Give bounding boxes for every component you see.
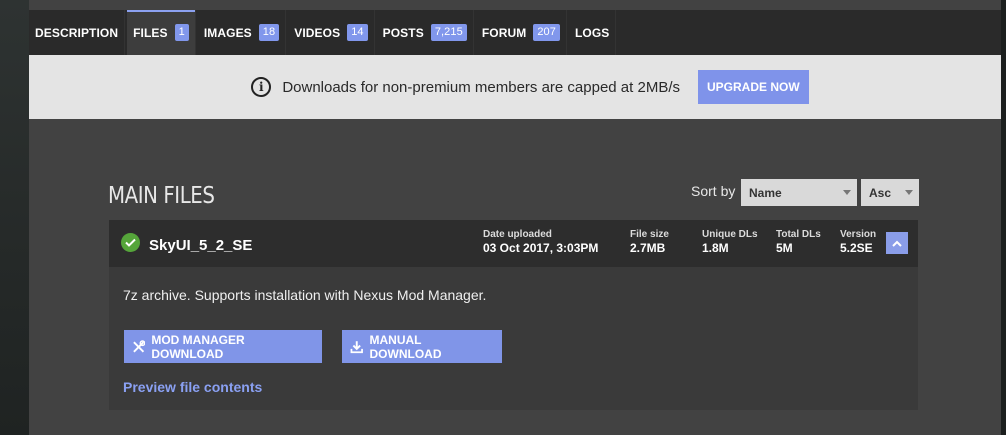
tab-label: FORUM: [481, 25, 527, 40]
stat-value: 5.2SE: [840, 241, 873, 255]
check-circle-icon: [121, 233, 140, 252]
chevron-down-icon: [905, 190, 913, 195]
tab-label: VIDEOS: [294, 25, 341, 40]
stat-label: Version: [840, 229, 877, 240]
download-icon: [350, 340, 363, 353]
tab-label: IMAGES: [203, 25, 252, 40]
file-name: SkyUI_5_2_SE: [149, 237, 253, 254]
stat-label: File size: [630, 229, 669, 240]
chevron-up-icon: [892, 240, 902, 247]
stat-version: Version 5.2SE: [840, 229, 876, 255]
tab-label: POSTS: [382, 25, 424, 40]
file-description: 7z archive. Supports installation with N…: [123, 287, 487, 303]
tab-label: FILES: [133, 25, 168, 40]
button-label: MOD MANAGER DOWNLOAD: [151, 332, 245, 361]
button-label: MANUAL DOWNLOAD: [369, 332, 442, 361]
tab-count-badge: 207: [533, 24, 560, 41]
stat-date-uploaded: Date uploaded 03 Oct 2017, 3:03PM: [483, 229, 598, 255]
upgrade-now-button[interactable]: UPGRADE NOW: [698, 70, 809, 104]
tab-count-badge: 18: [258, 24, 280, 41]
stat-file-size: File size 2.7MB: [630, 229, 669, 255]
banner-text: Downloads for non-premium members are ca…: [282, 78, 680, 96]
tab-files[interactable]: FILES 1: [127, 10, 196, 55]
sort-field-select[interactable]: Name: [741, 179, 857, 206]
stat-label: Date uploaded: [483, 229, 552, 240]
tab-label: DESCRIPTION: [35, 25, 119, 40]
stat-unique-dls: Unique DLs 1.8M: [702, 229, 758, 255]
preview-file-contents-link[interactable]: Preview file contents: [123, 379, 262, 395]
sort-order-select[interactable]: Asc: [861, 179, 919, 206]
collapse-button[interactable]: [886, 232, 908, 254]
tab-videos[interactable]: VIDEOS 14: [288, 10, 375, 55]
sort-field-value: Name: [749, 185, 782, 200]
stat-total-dls: Total DLs 5M: [776, 229, 821, 255]
sort-label: Sort by: [691, 183, 736, 199]
section-title: MAIN FILES: [108, 183, 215, 209]
sort-order-value: Asc: [869, 185, 892, 200]
stat-label: Unique DLs: [702, 229, 758, 240]
mod-manager-download-button[interactable]: MOD MANAGER DOWNLOAD: [124, 330, 322, 363]
premium-banner: i Downloads for non-premium members are …: [29, 55, 1001, 119]
stat-value: 5M: [776, 241, 793, 255]
tab-label: LOGS: [575, 25, 610, 40]
info-icon: i: [251, 77, 272, 97]
tab-images[interactable]: IMAGES 18: [198, 10, 287, 55]
manual-download-button[interactable]: MANUAL DOWNLOAD: [342, 330, 502, 363]
chevron-down-icon: [843, 190, 851, 195]
tab-count-badge: 1: [174, 24, 189, 41]
tab-logs[interactable]: LOGS: [569, 10, 617, 55]
tab-forum[interactable]: FORUM 207: [476, 10, 567, 55]
tab-posts[interactable]: POSTS 7,215: [377, 10, 474, 55]
mod-tabs: DESCRIPTION FILES 1 IMAGES 18 VIDEOS 14 …: [29, 10, 1001, 55]
tab-count-badge: 7,215: [430, 24, 467, 41]
stat-value: 1.8M: [702, 241, 729, 255]
page-edge: [1001, 0, 1006, 435]
stat-value: 03 Oct 2017, 3:03PM: [483, 241, 599, 255]
tools-icon: [133, 339, 146, 352]
stat-label: Total DLs: [776, 229, 821, 240]
stat-value: 2.7MB: [630, 241, 666, 255]
tab-description[interactable]: DESCRIPTION: [29, 10, 126, 55]
tab-count-badge: 14: [347, 24, 368, 41]
